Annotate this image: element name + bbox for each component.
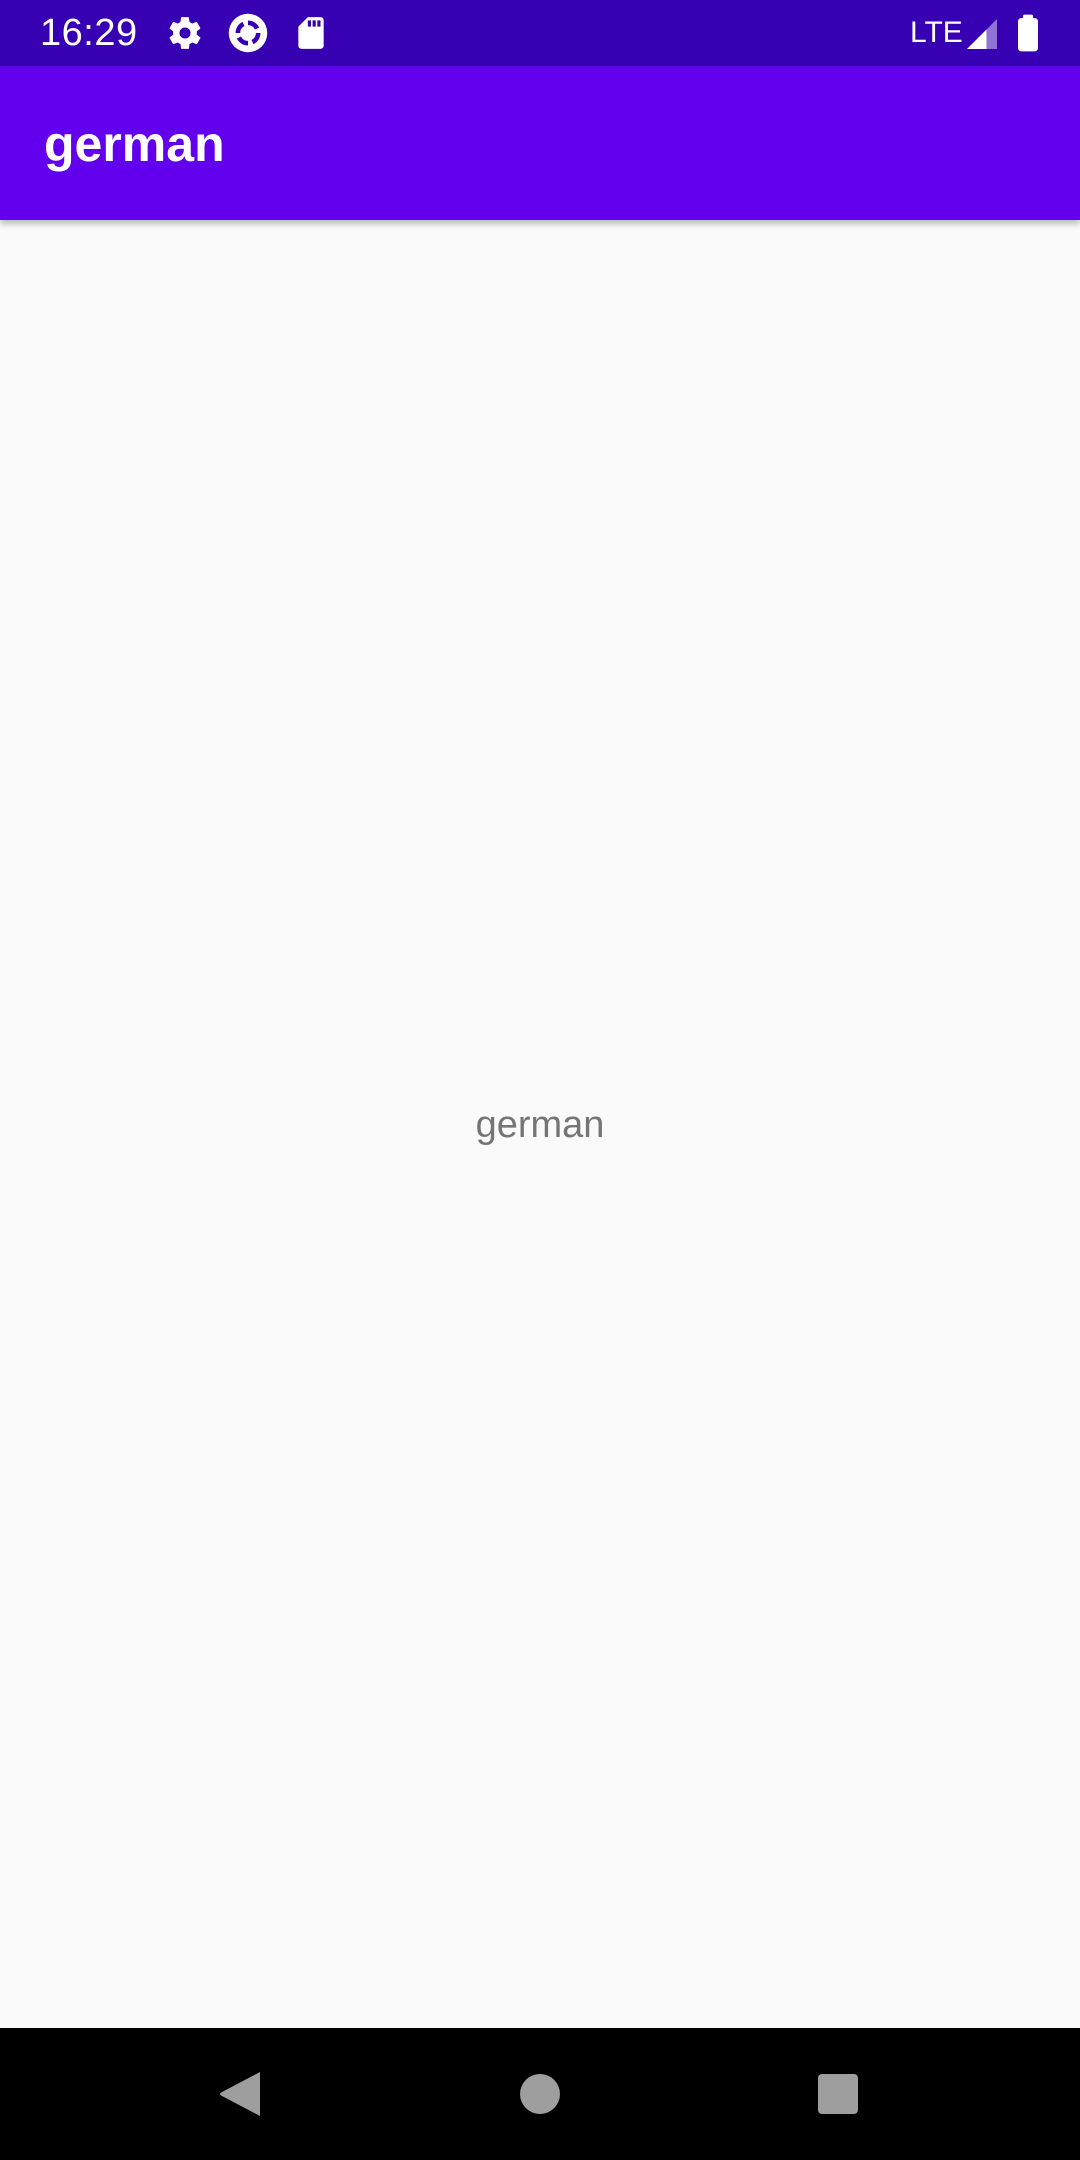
status-time: 16:29 — [40, 12, 138, 54]
main-content: german — [0, 220, 1080, 2028]
network-type-label: LTE — [910, 16, 963, 49]
status-bar: 16:29 LTE — [0, 0, 1080, 66]
center-label: german — [475, 1104, 605, 1146]
battery-icon — [1018, 14, 1038, 52]
app-screen: 16:29 LTE german german — [0, 0, 1080, 2160]
sd-card-icon — [298, 17, 324, 49]
back-icon[interactable] — [200, 2054, 280, 2134]
navigation-bar — [0, 2028, 1080, 2160]
app-title: german — [44, 116, 225, 172]
app-bar: german — [0, 66, 1080, 220]
sync-icon — [228, 13, 268, 53]
signal-icon — [967, 19, 997, 49]
settings-icon — [169, 17, 201, 49]
recents-icon[interactable] — [798, 2054, 878, 2134]
home-icon[interactable] — [500, 2054, 580, 2134]
